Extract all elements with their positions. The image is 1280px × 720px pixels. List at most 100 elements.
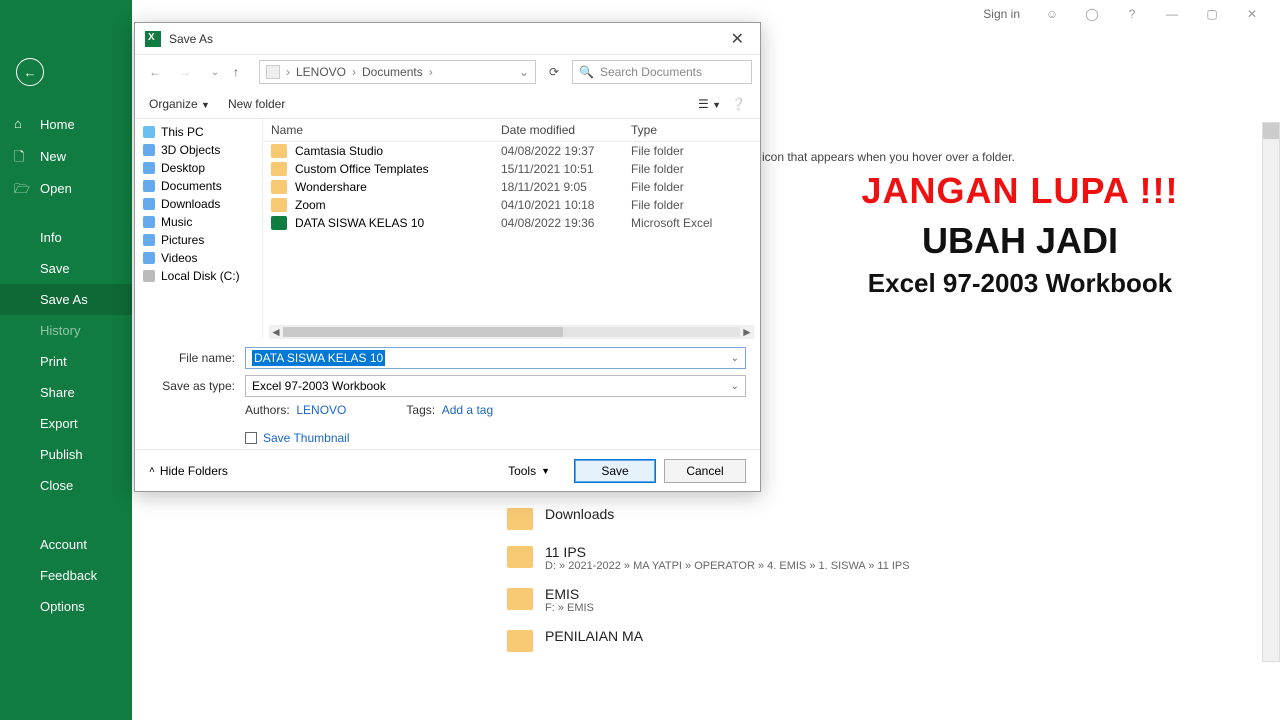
account-icon[interactable]: ◯ xyxy=(1072,0,1112,28)
column-type[interactable]: Type xyxy=(631,123,752,137)
chevron-right-icon: › xyxy=(352,65,356,79)
file-row[interactable]: DATA SISWA KELAS 1004/08/2022 19:36Micro… xyxy=(263,214,760,232)
column-headers[interactable]: Name Date modified Type xyxy=(263,119,760,142)
breadcrumb-bar[interactable]: › LENOVO › Documents › ⌄ xyxy=(259,60,536,84)
file-list: Name Date modified Type Camtasia Studio0… xyxy=(263,119,760,339)
tree-item[interactable]: Downloads xyxy=(135,195,262,213)
vertical-scrollbar[interactable] xyxy=(1262,122,1280,662)
help-icon[interactable]: ? xyxy=(1112,0,1152,28)
nav-save[interactable]: Save xyxy=(0,253,132,284)
folder-icon xyxy=(507,588,533,610)
hide-folders-button[interactable]: ˄Hide Folders xyxy=(149,464,228,478)
nav-label: Export xyxy=(14,416,78,431)
search-input[interactable]: 🔍 Search Documents xyxy=(572,60,752,84)
cancel-button[interactable]: Cancel xyxy=(664,459,746,483)
authors-label: Authors: xyxy=(245,403,290,417)
close-window-button[interactable]: ✕ xyxy=(1232,0,1272,28)
nav-label: New xyxy=(40,149,66,164)
column-name[interactable]: Name xyxy=(271,123,501,137)
folder-icon xyxy=(143,252,155,264)
folder-icon xyxy=(271,180,287,194)
tree-item[interactable]: Videos xyxy=(135,249,262,267)
nav-up-button[interactable]: ↑ xyxy=(233,65,253,79)
file-row[interactable]: Wondershare18/11/2021 9:05File folder xyxy=(263,178,760,196)
folder-icon xyxy=(271,162,287,176)
scroll-right-icon[interactable]: ► xyxy=(740,325,754,339)
dialog-body: This PC 3D Objects Desktop Documents Dow… xyxy=(135,119,760,339)
face-icon[interactable]: ☺ xyxy=(1032,0,1072,28)
nav-saveas[interactable]: Save As xyxy=(0,284,132,315)
dialog-close-button[interactable]: ✕ xyxy=(725,29,750,49)
authors-value[interactable]: LENOVO xyxy=(296,403,346,417)
nav-history[interactable]: History xyxy=(0,315,132,346)
list-item[interactable]: PENILAIAN MA xyxy=(507,628,1207,652)
nav-publish[interactable]: Publish xyxy=(0,439,132,470)
refresh-button[interactable]: ⟳ xyxy=(542,65,566,79)
tags-label: Tags: xyxy=(406,403,435,417)
nav-close[interactable]: Close xyxy=(0,470,132,501)
save-thumbnail-checkbox[interactable] xyxy=(245,432,257,444)
folder-tree[interactable]: This PC 3D Objects Desktop Documents Dow… xyxy=(135,119,263,339)
scroll-left-icon[interactable]: ◄ xyxy=(269,325,283,339)
minimize-button[interactable]: — xyxy=(1152,0,1192,28)
tree-item[interactable]: Desktop xyxy=(135,159,262,177)
nav-home[interactable]: ⌂Home xyxy=(0,108,132,140)
scrollbar-thumb[interactable] xyxy=(1263,123,1279,139)
column-date[interactable]: Date modified xyxy=(501,123,631,137)
nav-export[interactable]: Export xyxy=(0,408,132,439)
folder-icon xyxy=(143,144,155,156)
breadcrumb-item[interactable]: Documents xyxy=(362,65,423,79)
nav-options[interactable]: Options xyxy=(0,591,132,622)
file-row[interactable]: Zoom04/10/2021 10:18File folder xyxy=(263,196,760,214)
nav-recent-dropdown[interactable]: ⌄ xyxy=(203,67,227,78)
file-row[interactable]: Camtasia Studio04/08/2022 19:37File fold… xyxy=(263,142,760,160)
signin-link[interactable]: Sign in xyxy=(983,7,1020,21)
list-title: Downloads xyxy=(545,506,614,522)
new-folder-button[interactable]: New folder xyxy=(228,97,285,111)
nav-feedback[interactable]: Feedback xyxy=(0,560,132,591)
nav-back-button[interactable]: ← xyxy=(143,65,167,79)
savetype-combo[interactable]: Excel 97-2003 Workbook⌄ xyxy=(245,375,746,397)
maximize-button[interactable]: ▢ xyxy=(1192,0,1232,28)
excel-file-icon xyxy=(271,216,287,230)
breadcrumb-dropdown[interactable]: ⌄ xyxy=(519,65,529,79)
save-button[interactable]: Save xyxy=(574,459,656,483)
tree-item-disk[interactable]: Local Disk (C:) xyxy=(135,267,262,285)
tree-item[interactable]: Documents xyxy=(135,177,262,195)
view-button[interactable]: ☰ ▼ xyxy=(698,97,721,111)
tree-item[interactable]: Music xyxy=(135,213,262,231)
nav-share[interactable]: Share xyxy=(0,377,132,408)
file-row[interactable]: Custom Office Templates15/11/2021 10:51F… xyxy=(263,160,760,178)
list-title: EMIS xyxy=(545,586,594,602)
tree-item-this-pc[interactable]: This PC xyxy=(135,123,262,141)
list-item[interactable]: Downloads xyxy=(507,506,1207,530)
scrollbar-thumb[interactable] xyxy=(283,327,563,337)
list-item[interactable]: 11 IPSD: » 2021-2022 » MA YATPI » OPERAT… xyxy=(507,544,1207,572)
folder-icon xyxy=(507,630,533,652)
nav-info[interactable]: Info xyxy=(0,222,132,253)
folder-icon xyxy=(271,144,287,158)
help-button[interactable]: ❔ xyxy=(731,97,746,111)
organize-button[interactable]: Organize ▼ xyxy=(149,97,210,111)
filename-label: File name: xyxy=(149,351,245,365)
nav-open[interactable]: 🗁Open xyxy=(0,172,132,204)
filename-input[interactable]: DATA SISWA KELAS 10⌄ xyxy=(245,347,746,369)
nav-label: Save As xyxy=(14,292,88,307)
nav-account[interactable]: Account xyxy=(0,529,132,560)
tree-item[interactable]: Pictures xyxy=(135,231,262,249)
breadcrumb-item[interactable]: LENOVO xyxy=(296,65,346,79)
tags-value[interactable]: Add a tag xyxy=(442,403,493,417)
chevron-up-icon: ˄ xyxy=(149,465,155,476)
tree-item[interactable]: 3D Objects xyxy=(135,141,262,159)
nav-new[interactable]: 🗋New xyxy=(0,140,132,172)
back-button[interactable]: ← xyxy=(16,58,44,86)
search-icon: 🔍 xyxy=(579,65,594,79)
horizontal-scrollbar[interactable]: ◄► xyxy=(269,325,754,339)
annotation-line3: Excel 97-2003 Workbook xyxy=(800,268,1240,299)
tools-dropdown[interactable]: Tools▼ xyxy=(508,464,550,478)
list-item[interactable]: EMISF: » EMIS xyxy=(507,586,1207,614)
nav-forward-button[interactable]: → xyxy=(173,65,197,79)
chevron-right-icon: › xyxy=(429,65,433,79)
nav-print[interactable]: Print xyxy=(0,346,132,377)
chevron-right-icon: › xyxy=(286,65,290,79)
